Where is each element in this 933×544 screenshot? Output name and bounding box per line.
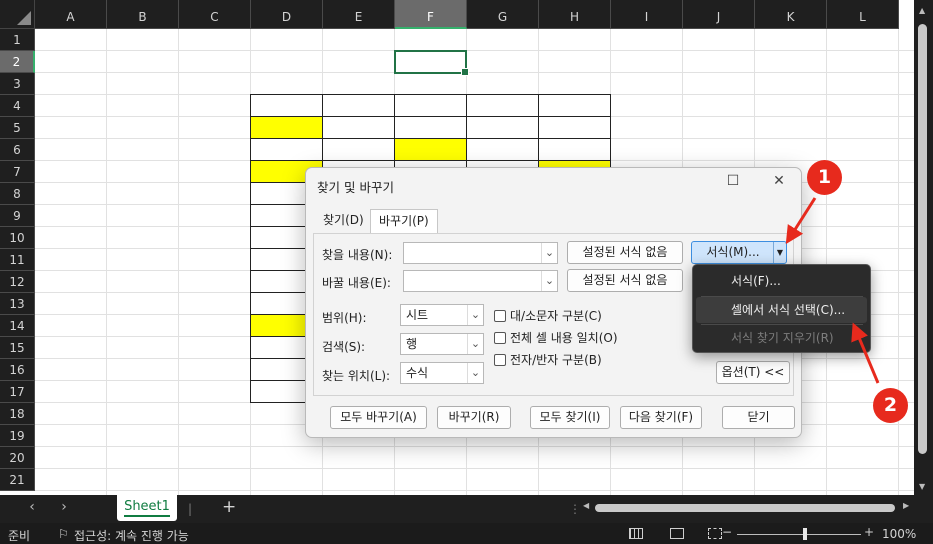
callout-badge-1: 1	[807, 160, 842, 195]
arrow-2	[851, 322, 880, 384]
callout-badge-2: 2	[873, 388, 908, 423]
arrow-1	[785, 197, 817, 245]
annotation-arrows	[785, 197, 880, 384]
